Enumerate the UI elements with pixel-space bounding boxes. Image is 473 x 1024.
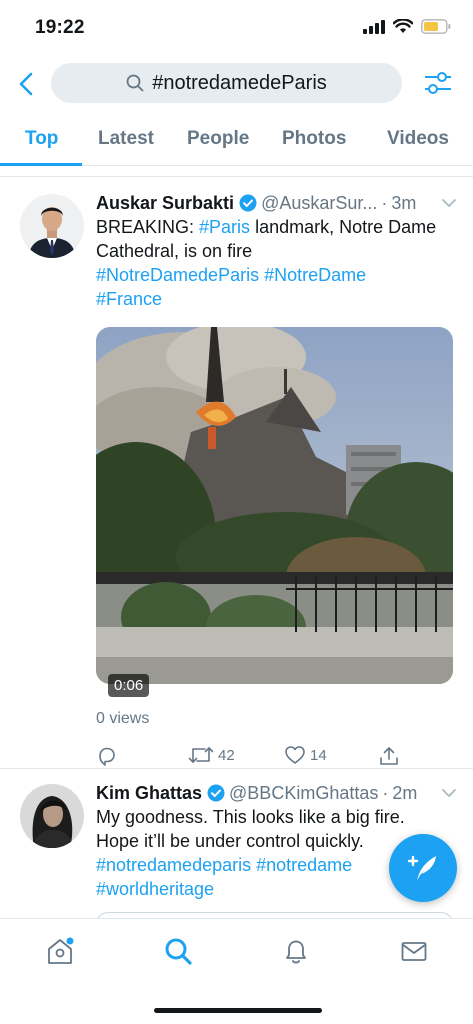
tab-photos[interactable]: Photos [282, 128, 346, 150]
hashtag-link[interactable]: #Paris [199, 217, 250, 237]
like-button[interactable]: 14 [284, 745, 327, 765]
separator-dot: · [382, 782, 389, 803]
sliders-icon [425, 72, 451, 94]
hashtag-link[interactable]: #notredame [256, 855, 352, 875]
nav-messages[interactable] [398, 935, 430, 967]
like-count: 14 [310, 746, 327, 764]
tab-people[interactable]: People [187, 128, 249, 150]
retweet-count: 42 [218, 746, 235, 764]
tweet[interactable]: Auskar Surbakti @AuskarSur... · 3m BREAK… [0, 190, 473, 770]
hashtag-link[interactable]: #notredamedeparis [96, 855, 251, 875]
hashtag-link[interactable]: #France [96, 289, 162, 309]
back-button[interactable] [14, 69, 38, 99]
tweet-header: Auskar Surbakti @AuskarSur... · 3m [96, 190, 457, 216]
tab-top[interactable]: Top [25, 128, 58, 150]
avatar-image [20, 784, 84, 848]
home-indicator [154, 1008, 322, 1013]
video-views: 0 views [96, 710, 150, 727]
chevron-down-icon [442, 789, 456, 797]
tweet-time: 3m [391, 192, 417, 213]
messages-envelope-icon [401, 942, 427, 961]
nav-notifications[interactable] [280, 935, 312, 967]
author-name[interactable]: Kim Ghattas [96, 783, 202, 804]
video-duration: 0:06 [108, 674, 150, 697]
search-icon [126, 74, 144, 92]
reply-icon [99, 747, 115, 766]
tab-latest[interactable]: Latest [98, 128, 154, 150]
divider [0, 768, 473, 769]
author-handle[interactable]: @BBCKimGhattas [229, 783, 378, 804]
retweet-icon [188, 747, 214, 763]
chevron-down-icon [442, 199, 456, 207]
status-bar: 19:22 [0, 0, 473, 56]
search-icon [165, 938, 192, 965]
share-button[interactable] [378, 745, 400, 767]
tweet-menu-button[interactable] [433, 788, 457, 798]
active-tab-indicator [0, 163, 82, 166]
video-thumbnail [96, 327, 453, 684]
reply-button[interactable] [96, 745, 118, 767]
compose-feather-icon [407, 855, 436, 881]
hashtag-link[interactable]: #NotreDame [264, 265, 366, 285]
wifi-icon [393, 19, 413, 33]
notifications-bell-icon [286, 940, 306, 964]
tweet-text-prefix: BREAKING: [96, 217, 200, 237]
tweet-text: BREAKING: #Paris landmark, Notre Dame Ca… [96, 215, 456, 311]
tweet-time: 2m [392, 782, 418, 803]
author-handle[interactable]: @AuskarSur... [261, 193, 377, 214]
search-query: #notredamedeParis [152, 71, 327, 94]
separator-dot: · [381, 192, 388, 213]
tweet-menu-button[interactable] [433, 198, 457, 208]
tweet-video[interactable] [96, 327, 453, 684]
search-tabs: Top Latest People Photos Videos [0, 116, 473, 166]
divider [0, 176, 473, 177]
avatar[interactable] [20, 194, 84, 258]
heart-icon [285, 746, 305, 764]
verified-badge-icon [239, 194, 257, 212]
search-filter-button[interactable] [423, 68, 453, 98]
search-header: #notredamedeParis [0, 56, 473, 112]
status-icons [363, 19, 451, 34]
tweet-text-main: My goodness. This looks like a big fire.… [96, 807, 405, 851]
retweet-button[interactable]: 42 [188, 745, 235, 765]
share-icon [380, 747, 398, 765]
cellular-signal-icon [363, 19, 385, 34]
hashtag-link[interactable]: #worldheritage [96, 879, 214, 899]
compose-tweet-button[interactable] [389, 834, 457, 902]
home-icon [48, 937, 74, 964]
hashtag-link[interactable]: #NotreDamedeParis [96, 265, 259, 285]
tab-videos[interactable]: Videos [387, 128, 449, 150]
battery-icon [421, 19, 451, 34]
chevron-left-icon [19, 72, 33, 96]
author-name[interactable]: Auskar Surbakti [96, 193, 234, 214]
avatar[interactable] [20, 784, 84, 848]
status-time: 19:22 [35, 17, 85, 38]
nav-home[interactable] [44, 935, 76, 967]
search-input[interactable]: #notredamedeParis [51, 63, 402, 103]
avatar-image [20, 194, 84, 258]
verified-badge-icon [207, 784, 225, 802]
tweet-header: Kim Ghattas @BBCKimGhattas · 2m [96, 780, 457, 806]
nav-search[interactable] [162, 935, 194, 967]
